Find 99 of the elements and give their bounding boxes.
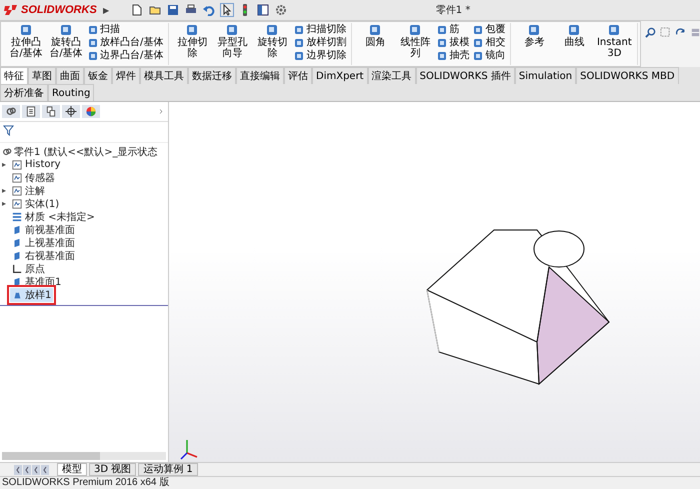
block-icon: [19, 23, 33, 37]
axis-triad-icon: [179, 437, 199, 461]
command-tab[interactable]: DimXpert: [312, 67, 368, 84]
ribbon-tool-button[interactable]: 旋转凸台/基体: [47, 23, 85, 59]
command-tab[interactable]: 焊件: [112, 67, 140, 84]
block-icon: [368, 23, 382, 37]
ribbon-tool-button[interactable]: 抽壳: [436, 49, 470, 62]
app-logo: SOLIDWORKS: [21, 4, 97, 16]
expand-toggle[interactable]: ▸: [2, 186, 10, 195]
graph-box-icon: [12, 160, 22, 170]
ribbon-tool-button[interactable]: 放样凸台/基体: [87, 36, 164, 49]
crosshair-icon[interactable]: [62, 105, 80, 118]
command-tab[interactable]: 草图: [28, 67, 56, 84]
block-icon: [294, 24, 304, 34]
graph-box-icon: [12, 186, 22, 196]
block-icon: [408, 23, 422, 37]
tree-item[interactable]: 材质 <未指定>: [10, 210, 97, 224]
tree-item[interactable]: 零件1 (默认<<默认>_显示状态: [14, 144, 158, 158]
block-icon: [473, 24, 484, 34]
block-icon: [59, 23, 73, 37]
command-tab[interactable]: SOLIDWORKS MBD: [576, 67, 679, 84]
ribbon-tool-button[interactable]: 边界凸台/基体: [87, 49, 164, 62]
tree-item[interactable]: 放样1: [10, 288, 54, 302]
settings-icon[interactable]: [274, 4, 287, 16]
block-icon: [294, 50, 304, 60]
tree-item[interactable]: 注解: [10, 184, 47, 198]
print-icon[interactable]: [184, 4, 197, 16]
configuration-tab-icon[interactable]: [42, 105, 60, 118]
command-tab[interactable]: 渲染工具: [368, 67, 416, 84]
block-icon: [437, 24, 448, 34]
block-icon: [265, 23, 280, 37]
tree-item[interactable]: 上视基准面: [10, 236, 77, 250]
command-tab[interactable]: Simulation: [514, 67, 576, 84]
command-tab[interactable]: 模具工具: [140, 67, 188, 84]
ribbon-tool-button[interactable]: 相交: [472, 36, 506, 49]
block-icon: [473, 50, 484, 60]
graph-box-icon: [12, 198, 22, 208]
ribbon-tool-button[interactable]: 镜向: [472, 49, 506, 62]
command-tab[interactable]: SOLIDWORKS 插件: [416, 67, 515, 84]
logo-icon: [4, 4, 18, 16]
undo-icon[interactable]: [202, 4, 215, 16]
block-icon: [527, 23, 542, 37]
bottom-tab[interactable]: 运动算例 1: [138, 463, 198, 476]
new-document-icon[interactable]: [130, 4, 143, 16]
tree-item[interactable]: 实体(1): [10, 196, 62, 210]
block-icon: [225, 23, 240, 37]
expand-toggle[interactable]: ▸: [2, 160, 10, 169]
bottom-tab[interactable]: 3D 视图: [89, 463, 136, 476]
command-tab[interactable]: 数据迁移: [188, 67, 236, 84]
tab-scroll-icon[interactable]: [14, 464, 22, 474]
part-icon: [2, 146, 12, 156]
ribbon-tool-button[interactable]: 边界切除: [293, 49, 348, 62]
tab-scroll-icon[interactable]: [23, 464, 31, 474]
tab-scroll-icon[interactable]: [32, 464, 40, 474]
tree-item[interactable]: History: [10, 159, 63, 170]
block-icon: [567, 23, 582, 37]
origin-axes-icon: [12, 264, 22, 274]
panel-icon[interactable]: [256, 4, 269, 16]
ribbon-tool-button[interactable]: Instant3D: [595, 23, 634, 59]
command-tab[interactable]: 曲面: [56, 67, 84, 84]
loft-icon: [12, 290, 22, 300]
command-tab[interactable]: Routing: [48, 84, 94, 101]
color-wheel-icon[interactable]: [82, 105, 100, 118]
property-manager-tab-icon[interactable]: [22, 105, 40, 118]
save-icon[interactable]: [166, 4, 179, 16]
ribbon-tool-button[interactable]: 包覆: [472, 23, 506, 36]
block-icon: [185, 23, 200, 37]
command-tab[interactable]: 特征: [0, 67, 28, 84]
zoom-area-icon[interactable]: [660, 27, 672, 38]
ribbon-tool-button[interactable]: 扫描切除: [293, 23, 348, 36]
window-title: 零件1 *: [436, 4, 470, 17]
feature-manager-tab-icon[interactable]: [2, 105, 20, 118]
command-tab[interactable]: 评估: [284, 67, 312, 84]
graph-box-icon: [12, 172, 22, 182]
tree-item[interactable]: 原点: [10, 262, 47, 276]
tree-item[interactable]: 前视基准面: [10, 222, 77, 236]
tab-scroll-icon[interactable]: [41, 464, 49, 474]
bottom-tab[interactable]: 模型: [57, 463, 87, 476]
command-tab[interactable]: 钣金: [84, 67, 112, 84]
ribbon-tool-button[interactable]: 拔模: [436, 36, 470, 49]
status-text: SOLIDWORKS Premium 2016 x64 版: [2, 477, 170, 488]
block-icon: [473, 38, 484, 48]
select-cursor-icon[interactable]: [220, 4, 233, 16]
block-icon: [607, 23, 622, 37]
block-icon: [437, 38, 448, 48]
filter-icon[interactable]: [3, 125, 14, 136]
tree-item[interactable]: 右视基准面: [10, 248, 77, 262]
horizontal-scrollbar[interactable]: [2, 452, 166, 460]
block-icon: [294, 38, 304, 48]
stripes-icon: [12, 212, 22, 222]
ribbon-tool-button[interactable]: 拉伸凸台/基体: [7, 23, 45, 59]
command-tab[interactable]: 分析准备: [0, 84, 48, 101]
block-icon: [437, 50, 448, 60]
command-tab[interactable]: 直接编辑: [236, 67, 284, 84]
expand-toggle[interactable]: ▸: [2, 199, 10, 208]
open-folder-icon[interactable]: [148, 4, 161, 16]
search-icon[interactable]: [645, 27, 656, 38]
ribbon-tool-button[interactable]: 放样切割: [293, 36, 348, 49]
tree-item[interactable]: 传感器: [10, 170, 57, 184]
